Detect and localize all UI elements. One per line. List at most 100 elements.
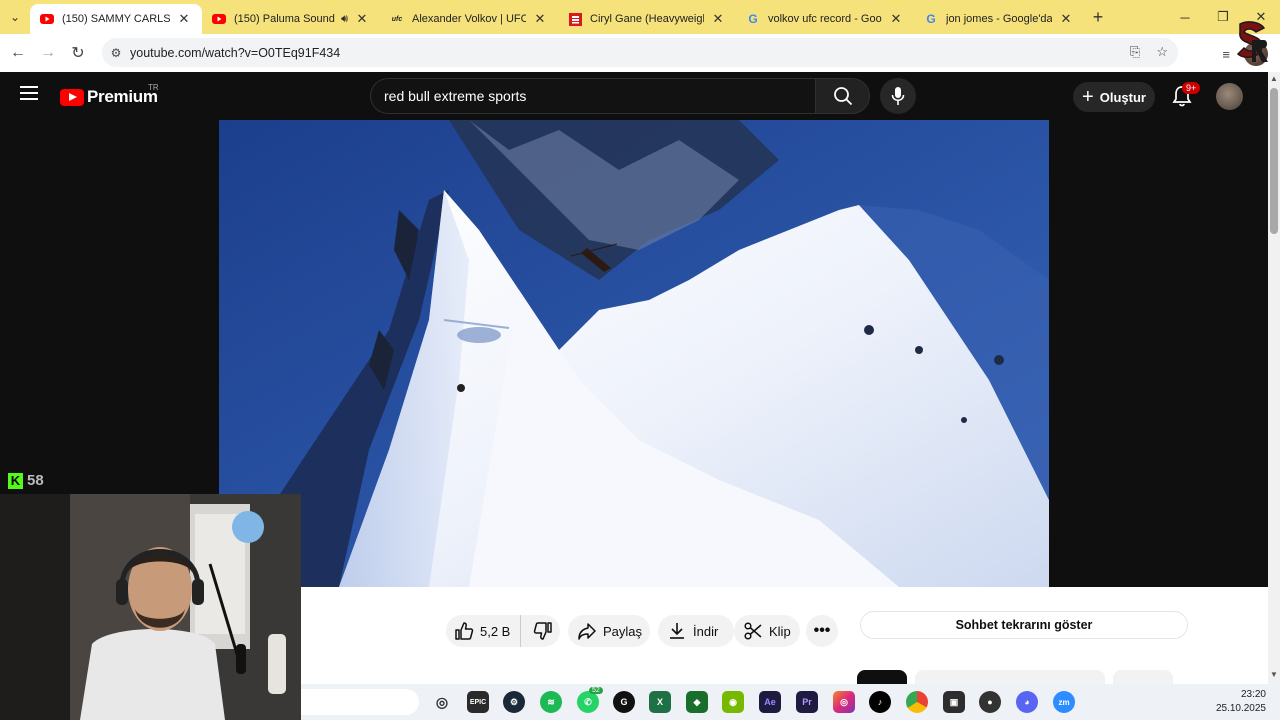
country-code: TR — [148, 83, 159, 92]
obs-icon[interactable]: ◎ — [431, 691, 453, 713]
thumbs-up-icon — [455, 622, 474, 640]
kick-logo-icon: K — [8, 472, 23, 489]
kick-viewer-count: 58 — [27, 472, 44, 489]
back-arrow-icon[interactable]: ← — [3, 44, 33, 62]
tab-paluma-sound[interactable]: (150) Paluma Sound - I 🔊︎ ✕ — [202, 4, 380, 34]
clip-button[interactable]: Klip — [734, 615, 800, 647]
new-tab-button[interactable]: + — [1084, 7, 1112, 28]
scroll-thumb[interactable] — [1270, 88, 1278, 234]
browser-toolbar: ← → ↻ ⚙︎ youtube.com/watch?v=O0TEq91F434… — [0, 34, 1280, 72]
clip-label: Klip — [769, 623, 791, 639]
clock-time: 23:20 — [1240, 689, 1266, 700]
youtube-header: Premium TR red bull extreme sports + Olu… — [0, 72, 1268, 120]
tiktok-icon[interactable]: ♪ — [869, 691, 891, 713]
search-query-text: red bull extreme sports — [384, 88, 527, 104]
epic-games-icon[interactable]: EPIC — [467, 691, 489, 713]
chip-related[interactable] — [915, 670, 1105, 684]
sherdog-icon — [568, 12, 582, 26]
more-dots-icon: ••• — [813, 622, 831, 639]
chip-more[interactable] — [1113, 670, 1173, 684]
nvidia-icon[interactable]: ◉ — [722, 691, 744, 713]
tab-alexander-volkov[interactable]: ufc Alexander Volkov | UFC ✕ — [380, 4, 558, 34]
microphone-icon — [891, 87, 905, 105]
url-text: youtube.com/watch?v=O0TEq91F434 — [130, 45, 341, 60]
youtube-premium-logo[interactable]: Premium TR — [60, 83, 159, 107]
taskbar-clock[interactable]: 23:20 25.10.2025 — [1216, 688, 1266, 716]
tab-title: (150) SAMMY CARLSON || — [62, 13, 170, 25]
like-button[interactable]: 5,2 B — [454, 615, 522, 647]
tab-volkov-record[interactable]: G volkov ufc record - Google ✕ — [736, 4, 914, 34]
screen: ⌄ (150) SAMMY CARLSON || ✕ (150) Paluma … — [0, 0, 1280, 720]
reload-icon[interactable]: ↻ — [63, 43, 93, 63]
tab-title: volkov ufc record - Google — [768, 13, 882, 25]
tab-close-icon[interactable]: ✕ — [532, 11, 548, 27]
ufc-icon: ufc — [391, 15, 403, 23]
dislike-button[interactable] — [521, 621, 559, 641]
chat-replay-label: Sohbet tekrarını göster — [955, 618, 1093, 632]
green-app-icon[interactable]: ◆ — [686, 691, 708, 713]
search-input[interactable]: red bull extreme sports — [370, 78, 816, 114]
menu-hamburger-icon[interactable] — [20, 86, 38, 106]
youtube-icon — [212, 12, 226, 26]
tab-ciryl-gane[interactable]: Ciryl Gane (Heavyweight) | ✕ — [558, 4, 736, 34]
discord-icon[interactable]: ◕ — [1016, 691, 1038, 713]
streamer-webcam — [0, 494, 301, 720]
video-player[interactable] — [219, 120, 1049, 587]
download-label: İndir — [693, 623, 719, 639]
download-button[interactable]: İndir — [658, 615, 734, 647]
tab-jon-jomes[interactable]: G jon jomes - Google'da Ara ✕ — [914, 4, 1084, 34]
browser-tabstrip: ⌄ (150) SAMMY CARLSON || ✕ (150) Paluma … — [0, 0, 1280, 34]
chip-all[interactable] — [857, 670, 907, 684]
create-label: Oluştur — [1099, 89, 1146, 105]
tab-close-icon[interactable]: ✕ — [354, 11, 370, 27]
sr-channel-logo-icon — [1236, 21, 1268, 62]
search-button[interactable] — [815, 78, 870, 114]
whatsapp-icon[interactable]: ✆ — [577, 691, 599, 713]
scroll-down-arrow-icon[interactable]: ▼ — [1270, 670, 1278, 679]
youtube-play-icon — [60, 88, 84, 106]
plus-icon: + — [1082, 86, 1094, 108]
tab-close-icon[interactable]: ✕ — [1058, 11, 1074, 27]
webcam-feed-image — [0, 494, 301, 720]
app-window-icon[interactable]: ▣ — [943, 691, 965, 713]
tab-close-icon[interactable]: ✕ — [888, 11, 904, 27]
after-effects-icon[interactable]: Ae — [759, 691, 781, 713]
tab-sammy-carlson[interactable]: (150) SAMMY CARLSON || ✕ — [30, 4, 202, 34]
forward-arrow-icon[interactable]: → — [33, 44, 63, 62]
zoom-icon[interactable]: zm — [1053, 691, 1075, 713]
scissors-icon — [744, 622, 762, 640]
tab-search-chevron-icon[interactable]: ⌄ — [0, 0, 30, 34]
tab-title: Alexander Volkov | UFC — [412, 13, 526, 25]
create-button[interactable]: + Oluştur — [1073, 82, 1155, 112]
speaker-icon[interactable]: 🔊︎ — [341, 13, 348, 26]
steam-icon[interactable]: ⚙︎ — [503, 691, 525, 713]
address-bar[interactable]: ⚙︎ youtube.com/watch?v=O0TEq91F434 ⎘ ☆ — [102, 38, 1178, 67]
voice-search-button[interactable] — [880, 78, 916, 114]
account-avatar[interactable] — [1216, 83, 1243, 110]
share-button[interactable]: Paylaş — [568, 615, 650, 647]
bookmark-star-icon[interactable]: ☆ — [1156, 44, 1168, 60]
like-dislike-group: 5,2 B — [446, 615, 560, 647]
instagram-icon[interactable]: ◎ — [833, 691, 855, 713]
tab-title: jon jomes - Google'da Ara — [946, 13, 1052, 25]
chrome-icon[interactable] — [906, 691, 928, 713]
scroll-up-arrow-icon[interactable]: ▲ — [1270, 74, 1278, 83]
spotify-icon[interactable]: ≋ — [540, 691, 562, 713]
minimize-icon[interactable]: ─ — [1166, 10, 1204, 25]
install-app-icon[interactable]: ⎘ — [1130, 44, 1140, 60]
share-arrow-icon — [578, 623, 596, 640]
site-settings-icon[interactable]: ⚙︎ — [102, 46, 130, 60]
excel-icon[interactable]: X — [649, 691, 671, 713]
more-actions-button[interactable]: ••• — [806, 615, 838, 647]
premiere-pro-icon[interactable]: Pr — [796, 691, 818, 713]
page-scrollbar[interactable]: ▲ ▼ — [1268, 72, 1280, 684]
g-hub-icon[interactable]: G — [613, 691, 635, 713]
google-icon: G — [748, 12, 758, 26]
taskbar-search-box[interactable] — [301, 689, 419, 715]
media-app-icon[interactable]: ● — [979, 691, 1001, 713]
tab-close-icon[interactable]: ✕ — [176, 11, 192, 27]
media-controls-icon[interactable]: ≡ — [1222, 47, 1230, 62]
show-chat-replay-button[interactable]: Sohbet tekrarını göster — [860, 611, 1188, 639]
tab-title: Ciryl Gane (Heavyweight) | — [590, 13, 704, 25]
tab-close-icon[interactable]: ✕ — [710, 11, 726, 27]
